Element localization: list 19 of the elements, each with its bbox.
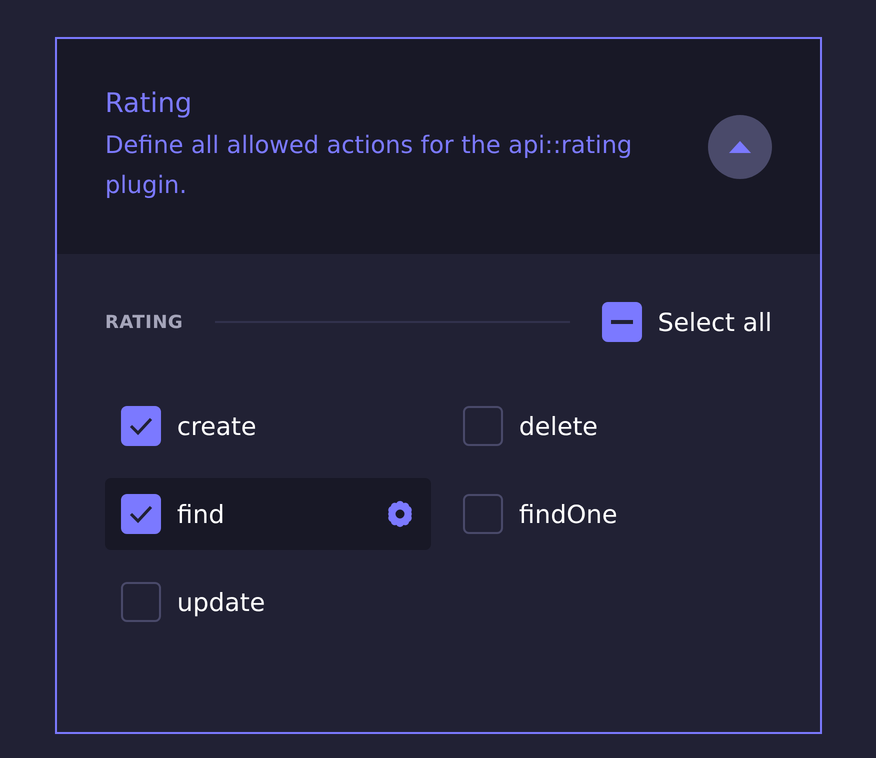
- action-label[interactable]: find: [177, 500, 369, 528]
- checkbox[interactable]: [121, 494, 161, 534]
- caret-icon: [729, 140, 751, 152]
- select-all-label[interactable]: Select all: [658, 308, 772, 336]
- action-label[interactable]: create: [177, 412, 415, 440]
- section-title: Rating: [105, 88, 194, 119]
- section-description: Define all allowed actions for the api::rating plugin.: [105, 130, 634, 201]
- check-icon: [129, 504, 153, 524]
- checkbox[interactable]: [463, 494, 503, 534]
- action-label[interactable]: update: [177, 588, 415, 616]
- checkbox[interactable]: [121, 406, 161, 446]
- check-icon: [129, 416, 153, 436]
- group-label: RATING: [105, 312, 184, 332]
- minus-icon: [610, 320, 633, 324]
- action-label[interactable]: findOne: [519, 500, 757, 528]
- action-label[interactable]: delete: [519, 412, 757, 440]
- checkbox[interactable]: [602, 302, 642, 342]
- checkbox[interactable]: [121, 582, 161, 622]
- checkbox[interactable]: [463, 406, 503, 446]
